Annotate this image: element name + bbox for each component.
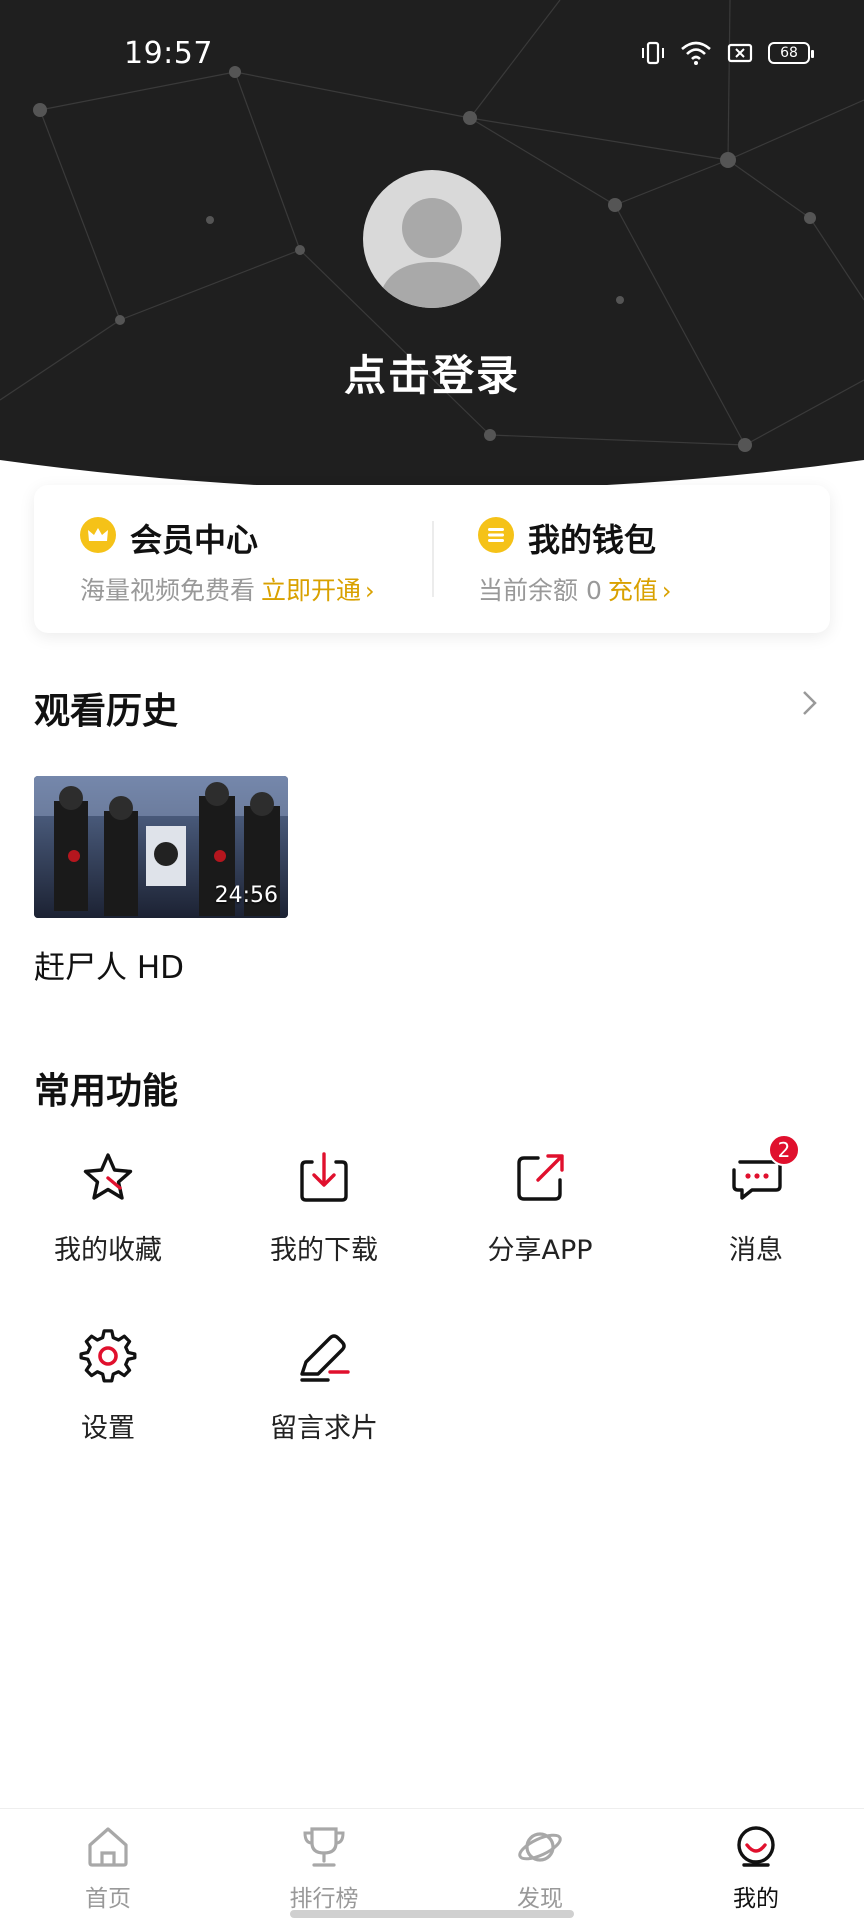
chevron-right-icon[interactable] xyxy=(794,688,824,718)
history-video-title[interactable]: 赶尸人 HD xyxy=(34,942,184,987)
home-indicator[interactable] xyxy=(290,1910,574,1918)
planet-icon xyxy=(516,1823,564,1871)
gear-icon xyxy=(78,1326,138,1386)
profile-header: 19:57 68 点击登录 xyxy=(0,0,864,545)
nav-home[interactable]: 首页 xyxy=(0,1823,216,1913)
functions-title: 常用功能 xyxy=(34,1071,179,1112)
member-center[interactable]: 会员中心 海量视频免费看 立即开通 › xyxy=(34,485,432,633)
download-icon xyxy=(294,1148,354,1208)
recharge-link[interactable]: 充值 xyxy=(608,576,658,605)
member-wallet-card: 会员中心 海量视频免费看 立即开通 › 我的钱包 当前余额 0 充值 › xyxy=(34,485,830,633)
history-title: 观看历史 xyxy=(34,691,179,732)
request-movie-button[interactable]: 留言求片 xyxy=(216,1326,432,1445)
avatar[interactable] xyxy=(363,170,501,308)
wallet-coin-icon xyxy=(478,517,514,553)
activate-link[interactable]: 立即开通 xyxy=(261,576,361,605)
share-icon xyxy=(510,1148,570,1208)
star-icon xyxy=(78,1148,138,1208)
member-center-title: 会员中心 xyxy=(130,521,259,559)
share-app-button[interactable]: 分享APP xyxy=(432,1148,648,1267)
settings-button[interactable]: 设置 xyxy=(0,1326,216,1445)
crown-icon xyxy=(80,517,116,553)
favorites-button[interactable]: 我的收藏 xyxy=(0,1148,216,1267)
bottom-nav: 首页 排行榜 发现 我的 xyxy=(0,1808,864,1920)
nav-discover[interactable]: 发现 xyxy=(432,1823,648,1913)
wallet-balance: 当前余额 0 xyxy=(478,576,602,605)
profile-icon xyxy=(732,1823,780,1871)
unread-badge: 2 xyxy=(768,1134,800,1166)
downloads-button[interactable]: 我的下载 xyxy=(216,1148,432,1267)
user-placeholder-icon xyxy=(377,198,487,308)
messages-button[interactable]: 2 消息 xyxy=(648,1134,864,1267)
message-icon: 2 xyxy=(726,1134,800,1208)
nav-mine[interactable]: 我的 xyxy=(648,1823,864,1913)
video-duration: 24:56 xyxy=(214,883,278,908)
status-bar: 19:57 68 xyxy=(0,36,864,76)
wallet[interactable]: 我的钱包 当前余额 0 充值 › xyxy=(432,485,830,633)
status-time: 19:57 xyxy=(124,36,213,71)
member-center-subtitle: 海量视频免费看 xyxy=(80,576,256,605)
sim-icon xyxy=(727,43,753,63)
chevron-right-icon: › xyxy=(365,577,375,605)
home-icon xyxy=(84,1823,132,1871)
login-prompt[interactable]: 点击登录 xyxy=(0,342,864,403)
chevron-right-icon: › xyxy=(661,577,672,605)
wallet-title: 我的钱包 xyxy=(528,521,657,559)
edit-icon xyxy=(294,1326,354,1386)
wifi-icon xyxy=(681,41,711,65)
history-video-thumbnail[interactable]: 24:56 xyxy=(34,776,288,918)
vibrate-icon xyxy=(642,41,664,65)
battery-indicator: 68 xyxy=(768,42,814,64)
trophy-icon xyxy=(300,1823,348,1871)
nav-ranking[interactable]: 排行榜 xyxy=(216,1823,432,1913)
